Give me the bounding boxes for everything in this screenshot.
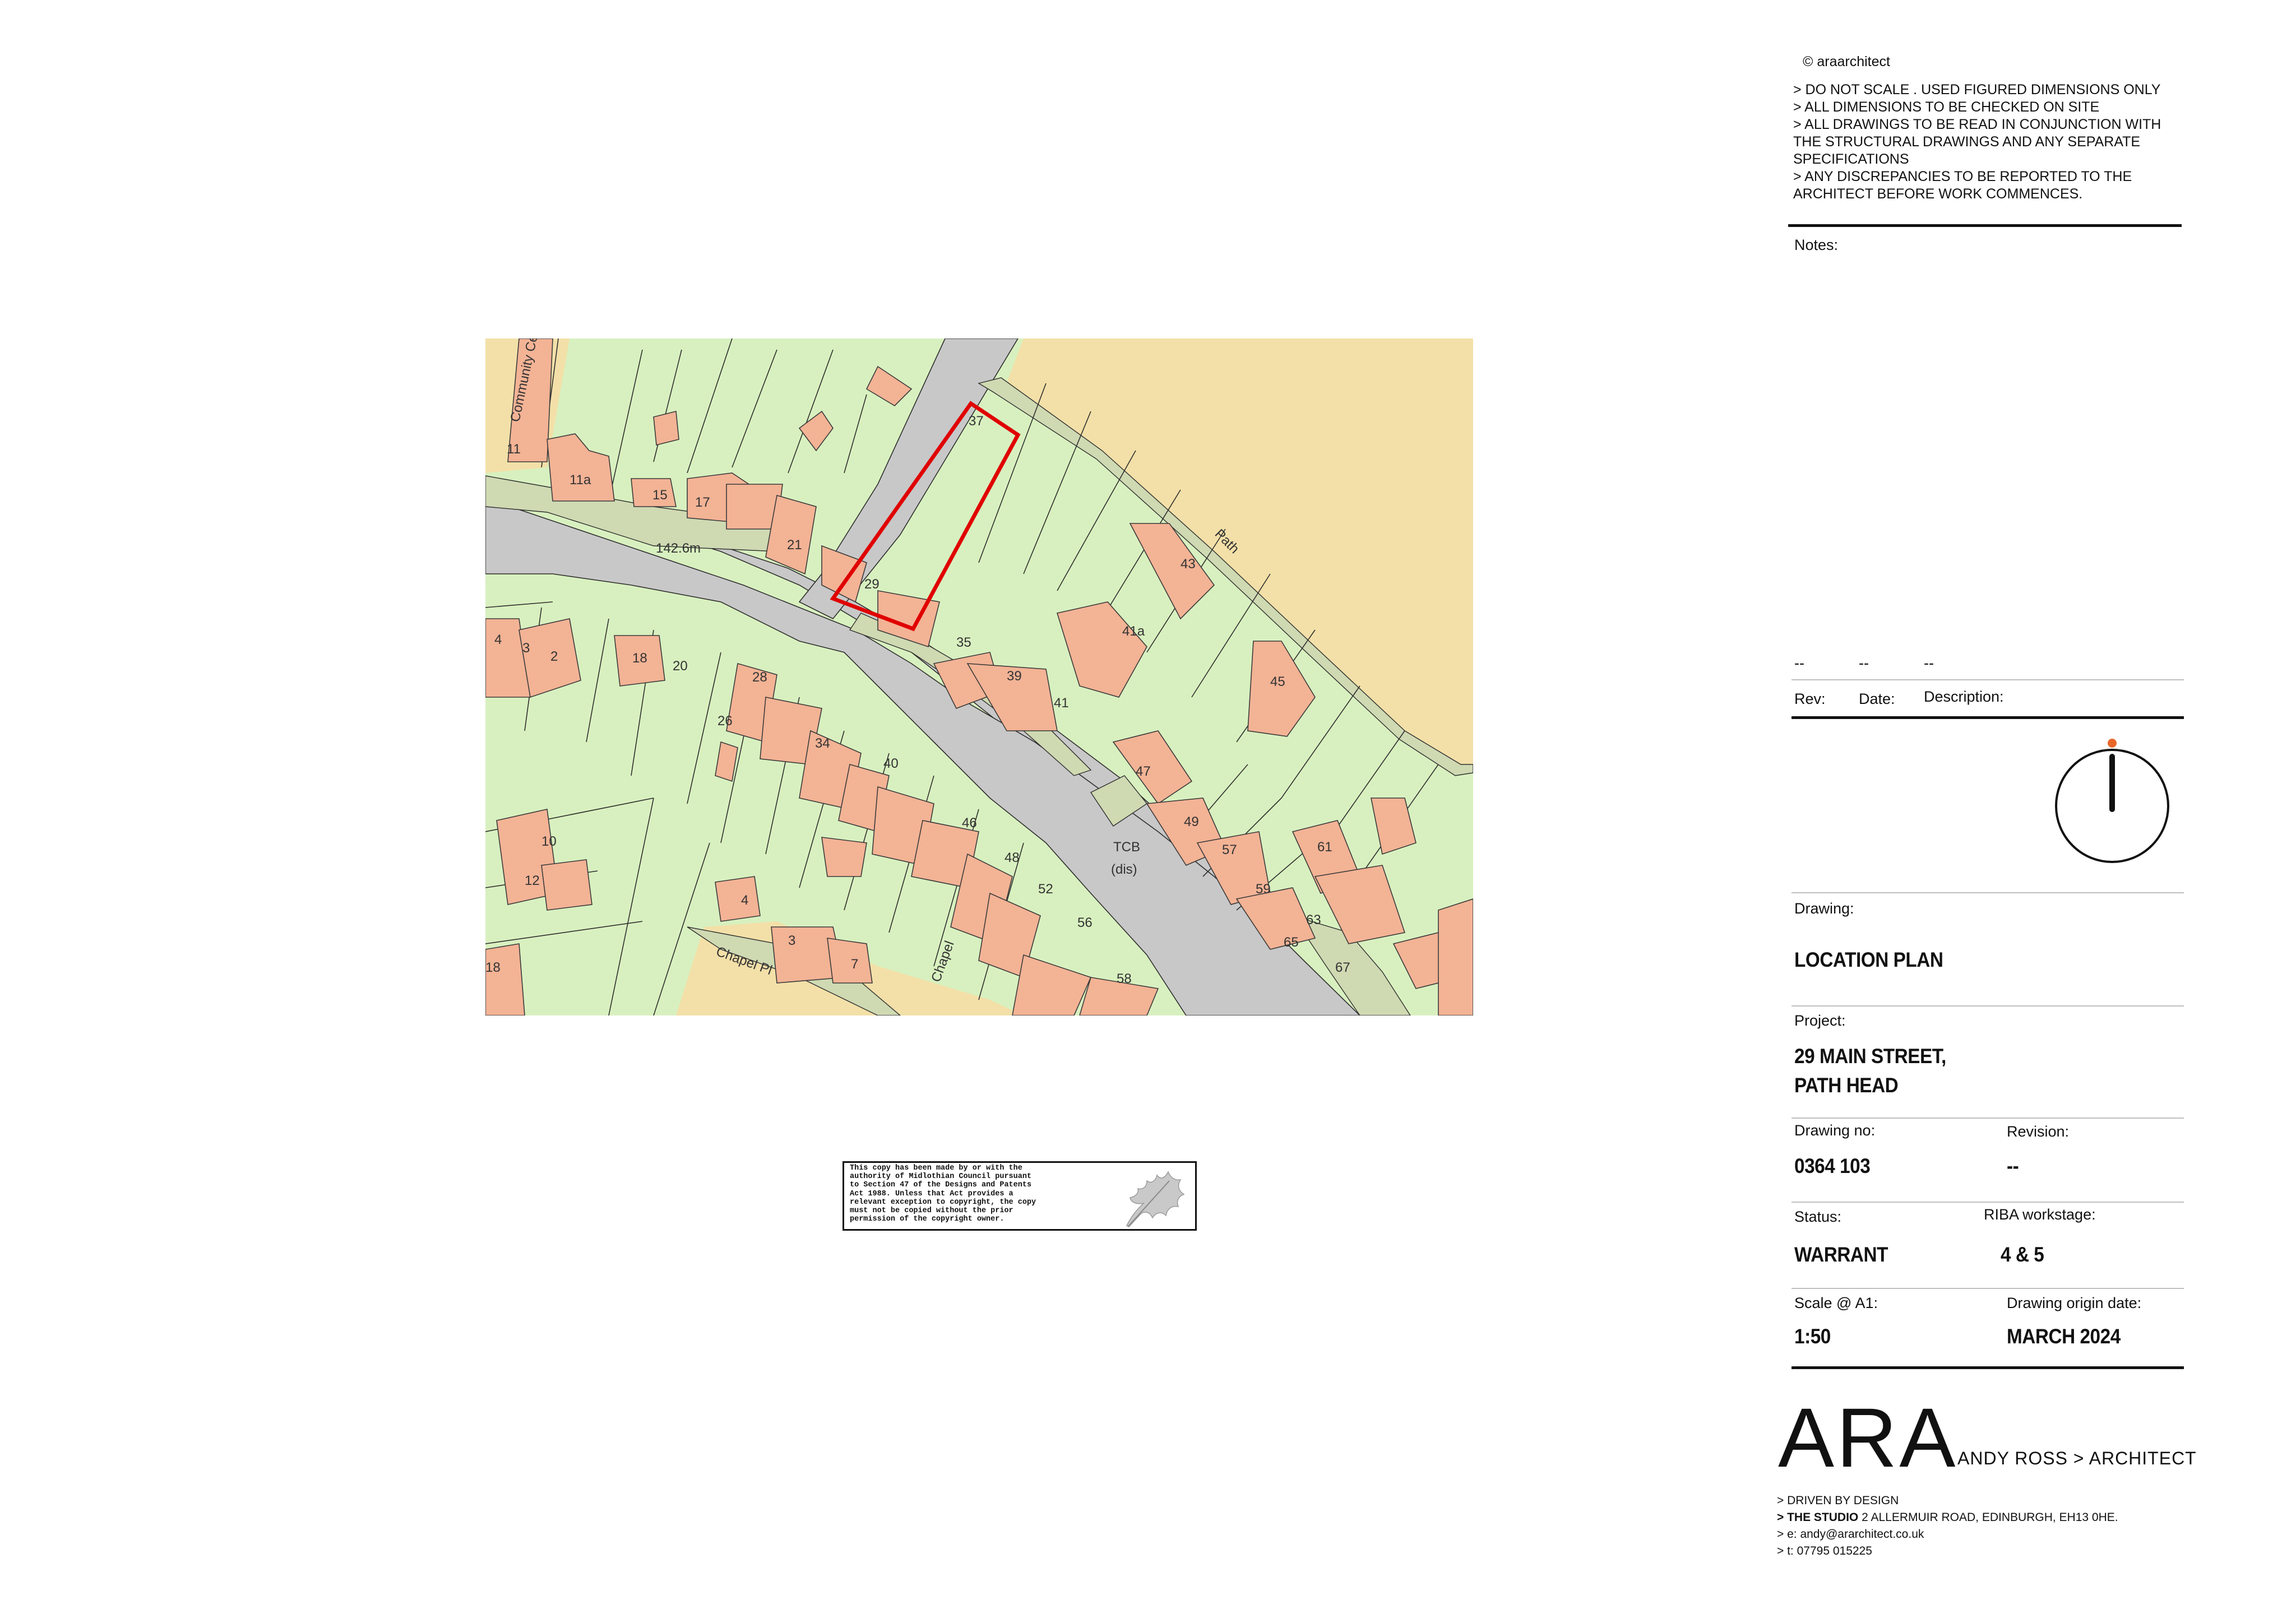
location-map: Community Centre 11 11a 15 17 21 142.6m … (485, 338, 1473, 1015)
map-label: 45 (1270, 674, 1285, 689)
map-label: 10 (541, 834, 557, 849)
revision-label: Revision: (2007, 1123, 2070, 1140)
description-value: -- (1924, 655, 1934, 671)
divider (1792, 679, 2184, 680)
map-label: 37 (969, 414, 984, 429)
map-label: 11a (570, 472, 591, 488)
project-line-1: 29 MAIN STREET, (1794, 1045, 1946, 1068)
copyright-stamp: This copy has been made by or with the a… (843, 1161, 1197, 1231)
divider (1788, 224, 2182, 227)
north-arrow-icon (2055, 739, 2169, 863)
map-label: 56 (1077, 915, 1093, 930)
map-label: 48 (1004, 850, 1020, 865)
map-label-spot-height: 142.6m (656, 541, 701, 556)
logo-tagline: ANDY ROSS > ARCHITECT (1957, 1448, 2197, 1468)
map-label: 46 (962, 815, 977, 831)
contact-line-2-bold: > THE STUDIO (1777, 1511, 1859, 1524)
map-label: 40 (883, 756, 899, 771)
map-label: 3 (522, 641, 530, 656)
drawing-no-label: Drawing no: (1794, 1122, 1876, 1139)
copyright-stamp-text: This copy has been made by or with the a… (850, 1164, 1036, 1224)
divider (1792, 892, 2184, 893)
oak-leaf-icon (1126, 1171, 1185, 1227)
divider (1792, 1366, 2184, 1369)
project-line-2: PATH HEAD (1794, 1074, 1899, 1097)
map-label: 4 (494, 632, 502, 647)
map-label-tcb: TCB (1113, 840, 1140, 855)
project-label: Project: (1794, 1012, 1846, 1029)
map-label: 28 (752, 670, 767, 685)
origin-date-value: MARCH 2024 (2007, 1325, 2121, 1348)
date-label: Date: (1859, 690, 1895, 707)
map-label: 34 (815, 736, 830, 751)
map-label: 21 (787, 537, 802, 553)
map-label: 61 (1317, 840, 1332, 855)
map-label: 18 (632, 651, 647, 666)
map-label: 65 (1284, 935, 1299, 950)
map-label: 67 (1335, 960, 1350, 975)
map-label: 49 (1184, 814, 1199, 829)
divider (1792, 716, 2184, 719)
map-label: 20 (673, 659, 688, 674)
map-label: 17 (695, 495, 710, 510)
contact-email[interactable]: > e: andy@ararchitect.co.uk (1777, 1528, 1924, 1541)
map-label: 57 (1222, 842, 1237, 857)
map-svg: Community Centre 11 11a 15 17 21 142.6m … (485, 338, 1473, 1015)
map-label: 2 (550, 649, 558, 664)
riba-value: 4 & 5 (2001, 1243, 2044, 1266)
map-label: 41 (1054, 695, 1069, 711)
map-label: 35 (956, 635, 971, 650)
ara-logo: ARA (1778, 1390, 1958, 1485)
riba-label: RIBA workstage: (1984, 1206, 2096, 1223)
map-label: 7 (851, 957, 858, 972)
description-label: Description: (1924, 688, 2004, 705)
map-label: 4 (741, 893, 748, 908)
rev-label: Rev: (1794, 690, 1826, 707)
map-label: 29 (864, 577, 879, 592)
map-label: 63 (1306, 912, 1321, 928)
divider (1792, 1117, 2184, 1119)
date-value: -- (1859, 655, 1869, 671)
disclaimer-text: > DO NOT SCALE . USED FIGURED DIMENSIONS… (1793, 82, 2161, 202)
map-label: 3 (788, 933, 795, 948)
map-label: 52 (1038, 882, 1053, 897)
map-label: 39 (1007, 669, 1022, 684)
drawing-label: Drawing: (1794, 900, 1854, 917)
map-label-dis: (dis) (1111, 862, 1137, 877)
status-value: WARRANT (1794, 1243, 1888, 1266)
divider (1792, 1288, 2184, 1289)
origin-date-label: Drawing origin date: (2007, 1295, 2142, 1311)
rev-value: -- (1794, 655, 1804, 671)
divider (1792, 1202, 2184, 1203)
drawing-title: LOCATION PLAN (1794, 948, 1943, 971)
map-label: 43 (1181, 557, 1196, 572)
map-label: 59 (1256, 882, 1271, 897)
revision-value: -- (2007, 1154, 2019, 1177)
status-label: Status: (1794, 1208, 1842, 1225)
scale-value: 1:50 (1794, 1325, 1831, 1348)
contact-line-1: > DRIVEN BY DESIGN (1777, 1494, 1899, 1507)
contact-line-2: > THE STUDIO 2 ALLERMUIR ROAD, EDINBURGH… (1777, 1511, 2118, 1524)
map-label: 18 (485, 960, 501, 975)
scale-label: Scale @ A1: (1794, 1295, 1878, 1311)
contact-line-2-rest: 2 ALLERMUIR ROAD, EDINBURGH, EH13 0HE. (1858, 1511, 2118, 1524)
map-label: 15 (652, 488, 668, 503)
divider (1792, 1005, 2184, 1007)
map-label: 26 (718, 713, 733, 729)
notes-label: Notes: (1794, 237, 1839, 253)
map-label: 58 (1117, 971, 1132, 986)
copyright-notice: © araarchitect (1803, 54, 1890, 69)
map-label: 47 (1136, 764, 1151, 779)
map-label: 12 (525, 873, 540, 888)
drawing-no-value: 0364 103 (1794, 1154, 1871, 1177)
map-label: 41a (1122, 624, 1145, 639)
map-label: 11 (507, 442, 521, 457)
contact-phone[interactable]: > t: 07795 015225 (1777, 1545, 1872, 1558)
